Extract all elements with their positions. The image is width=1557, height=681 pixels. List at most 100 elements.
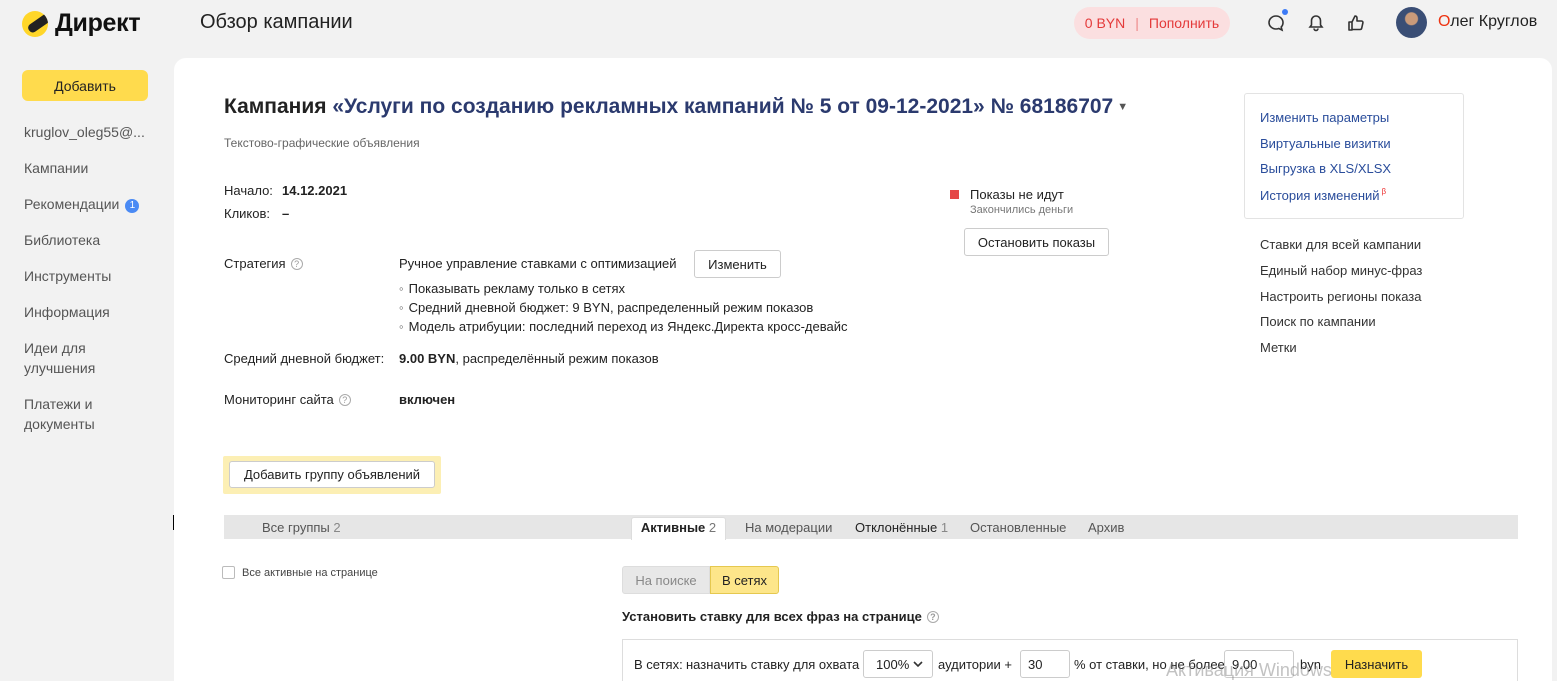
start-value: 14.12.2021 [282, 183, 348, 198]
sidebar-item-payments[interactable]: Платежи и документы [24, 394, 124, 434]
campaign-title-prefix: Кампания [224, 95, 327, 118]
campaign-bids-link[interactable]: Ставки для всей кампании [1260, 237, 1421, 252]
sidebar-item-account[interactable]: kruglov_oleg55@... [24, 122, 145, 142]
tags-link[interactable]: Метки [1260, 340, 1297, 355]
budget-label: Средний дневной бюджет: [224, 351, 385, 366]
seg-search[interactable]: На поиске [622, 566, 710, 594]
sidebar-item-library[interactable]: Библиотека [24, 230, 100, 250]
chat-notification-dot [1282, 9, 1288, 15]
recommendations-badge: 1 [125, 199, 140, 213]
sidebar-item-tools[interactable]: Инструменты [24, 266, 111, 286]
percent-input[interactable]: 30 [1020, 650, 1070, 678]
strategy-detail-item: Средний дневной бюджет: 9 BYN, распредел… [399, 298, 847, 317]
thumbs-up-icon[interactable] [1345, 12, 1367, 34]
balance-amount: 0 BYN [1084, 15, 1126, 31]
tab-active[interactable]: Активные 2 [631, 517, 726, 540]
audience-text: аудитории + [938, 657, 1012, 672]
strategy-label: Стратегия? [224, 256, 303, 271]
select-all-checkbox[interactable] [222, 566, 235, 579]
balance-divider: | [1135, 15, 1139, 31]
strategy-detail-item: Показывать рекламу только в сетях [399, 279, 847, 298]
budget-amount: 9.00 BYN [399, 351, 456, 366]
start-label: Начало: [224, 183, 273, 198]
tab-moderation[interactable]: На модерации [745, 520, 832, 535]
direct-logo-icon [22, 10, 48, 37]
strategy-change-button[interactable]: Изменить [694, 250, 781, 278]
tab-stopped[interactable]: Остановленные [970, 520, 1066, 535]
windows-activation-watermark: Активация Windows [1166, 660, 1332, 680]
coverage-value: 100% [876, 657, 910, 672]
help-icon[interactable]: ? [926, 611, 939, 623]
bell-icon[interactable] [1305, 12, 1327, 34]
vcards-link[interactable]: Виртуальные визитки [1260, 136, 1391, 151]
tab-archive[interactable]: Архив [1088, 520, 1124, 535]
tab-all-groups-label: Все группы [262, 520, 330, 535]
bid-assign-text: назначить ставку для охвата [686, 657, 860, 672]
tab-count: 1 [940, 520, 949, 535]
sidebar-item-ideas[interactable]: Идеи для улучшения [24, 338, 124, 378]
page-title: Обзор кампании [200, 11, 353, 33]
export-xls-link[interactable]: Выгрузка в XLS/XLSX [1260, 161, 1391, 176]
logo-text: Директ [55, 9, 141, 37]
budget-value: 9.00 BYN, распределённый режим показов [399, 351, 659, 366]
beta-badge: β [1381, 187, 1387, 196]
group-tabs: Все группы 2 Активные 2 На модерации Отк… [224, 515, 1518, 540]
campaign-title: Кампания «Услуги по созданию рекламных к… [224, 95, 1128, 119]
status-subtitle: Закончились деньги [970, 204, 1074, 216]
user-name-first-letter: О [1438, 13, 1451, 30]
bid-prefix: В сетях: [634, 657, 683, 672]
tab-count: 2 [333, 520, 341, 535]
change-history-link[interactable]: История изменений β [1260, 187, 1386, 203]
coverage-select[interactable]: 100% [863, 650, 933, 678]
seg-networks[interactable]: В сетях [710, 566, 779, 594]
clicks-value: – [282, 206, 290, 221]
monitoring-value: включен [399, 392, 456, 407]
chat-icon[interactable] [1265, 9, 1288, 34]
user-name[interactable]: Олег Круглов [1438, 13, 1537, 31]
direct-logo[interactable]: Директ [22, 9, 141, 38]
help-icon[interactable]: ? [290, 258, 303, 270]
campaign-search-link[interactable]: Поиск по кампании [1260, 314, 1376, 329]
edit-params-link[interactable]: Изменить параметры [1260, 110, 1389, 125]
user-name-rest: лег Круглов [1450, 13, 1538, 30]
tab-all-groups[interactable]: Все группы 2 [262, 520, 341, 535]
bulk-bid-panel: В сетях: назначить ставку для охвата 100… [622, 639, 1518, 681]
regions-link[interactable]: Настроить регионы показа [1260, 289, 1421, 304]
bulk-bid-title: Установить ставку для всех фраз на стран… [622, 609, 939, 624]
bulk-bid-title-text: Установить ставку для всех фраз на стран… [622, 609, 922, 624]
add-ad-group-button[interactable]: Добавить группу объявлений [229, 461, 435, 488]
sidebar-item-recommendations-label: Рекомендации [24, 196, 120, 212]
status-title: Показы не идут [970, 187, 1064, 202]
add-button[interactable]: Добавить [22, 70, 148, 101]
select-all-label: Все активные на странице [242, 567, 378, 579]
campaign-dropdown-icon[interactable]: ▼ [1117, 101, 1128, 113]
sidebar-item-info[interactable]: Информация [24, 302, 110, 322]
tab-rejected[interactable]: Отклонённые 1 [855, 520, 948, 535]
help-icon[interactable]: ? [338, 394, 351, 406]
top-header: Директ Обзор кампании 0 BYN | Пополнить … [0, 0, 1557, 46]
campaign-type: Текстово-графические объявления [224, 136, 420, 150]
add-group-highlight: Добавить группу объявлений [223, 456, 441, 494]
budget-mode: , распределённый режим показов [455, 351, 659, 366]
monitoring-label-text: Мониторинг сайта [224, 392, 334, 407]
assign-button[interactable]: Назначить [1331, 650, 1422, 678]
user-avatar[interactable] [1396, 7, 1427, 38]
status-stopped-icon [950, 190, 959, 199]
stop-shows-button[interactable]: Остановить показы [964, 228, 1109, 256]
monitoring-label: Мониторинг сайта? [224, 392, 351, 407]
balance-pill[interactable]: 0 BYN | Пополнить [1074, 7, 1230, 39]
strategy-label-text: Стратегия [224, 256, 286, 271]
negative-keywords-link[interactable]: Единый набор минус-фраз [1260, 263, 1422, 278]
tab-active-label: Активные [640, 520, 706, 535]
tab-rejected-label: Отклонённые [855, 520, 938, 535]
campaign-name: «Услуги по созданию рекламных кампаний №… [332, 95, 1114, 118]
top-up-link[interactable]: Пополнить [1149, 15, 1219, 31]
clicks-label: Кликов: [224, 206, 271, 221]
sidebar-item-recommendations[interactable]: Рекомендации 1 [24, 194, 140, 214]
change-history-label: История изменений [1260, 188, 1380, 203]
sidebar-item-campaigns[interactable]: Кампании [24, 158, 88, 178]
strategy-value: Ручное управление ставками с оптимизацие… [399, 256, 677, 271]
chevron-down-icon [913, 661, 923, 668]
strategy-details: Показывать рекламу только в сетях Средни… [399, 279, 848, 336]
campaign-card: Кампания «Услуги по созданию рекламных к… [174, 58, 1552, 681]
